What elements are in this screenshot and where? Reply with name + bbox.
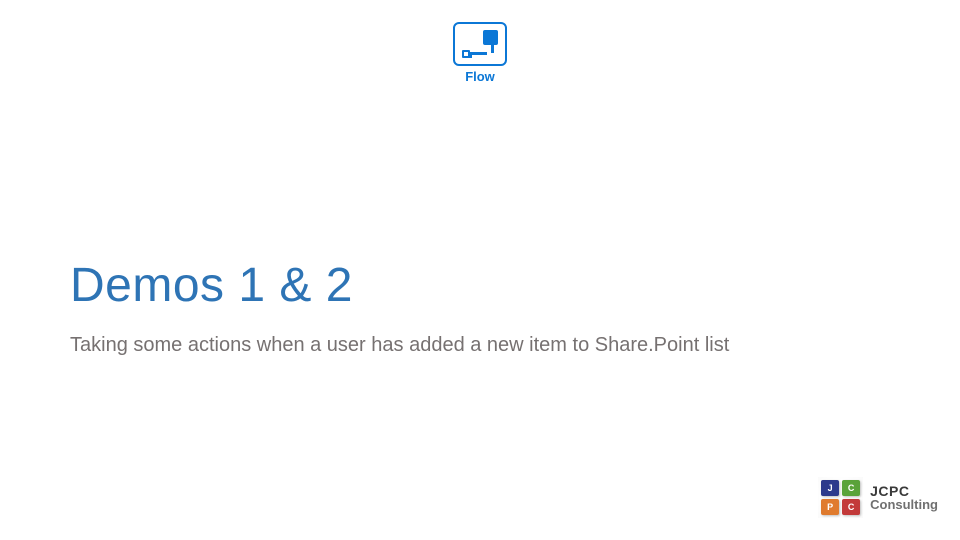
logo-tile-p: P: [821, 499, 839, 515]
flow-label: Flow: [453, 69, 507, 84]
flow-icon: [453, 22, 507, 66]
flow-badge: Flow: [453, 22, 507, 84]
logo-grid-icon: J C P C: [818, 477, 863, 518]
slide-title: Demos 1 & 2: [70, 258, 353, 313]
slide: Flow Demos 1 & 2 Taking some actions whe…: [0, 0, 960, 540]
slide-subtitle: Taking some actions when a user has adde…: [70, 334, 729, 357]
logo-tile-j: J: [821, 480, 839, 496]
company-word: Consulting: [870, 498, 938, 511]
logo-tile-c1: C: [842, 480, 860, 496]
footer-logo: J C P C JCPC Consulting: [818, 477, 938, 518]
logo-text: JCPC Consulting: [870, 484, 938, 511]
logo-tile-c2: C: [842, 499, 860, 515]
company-abbr: JCPC: [870, 484, 938, 498]
